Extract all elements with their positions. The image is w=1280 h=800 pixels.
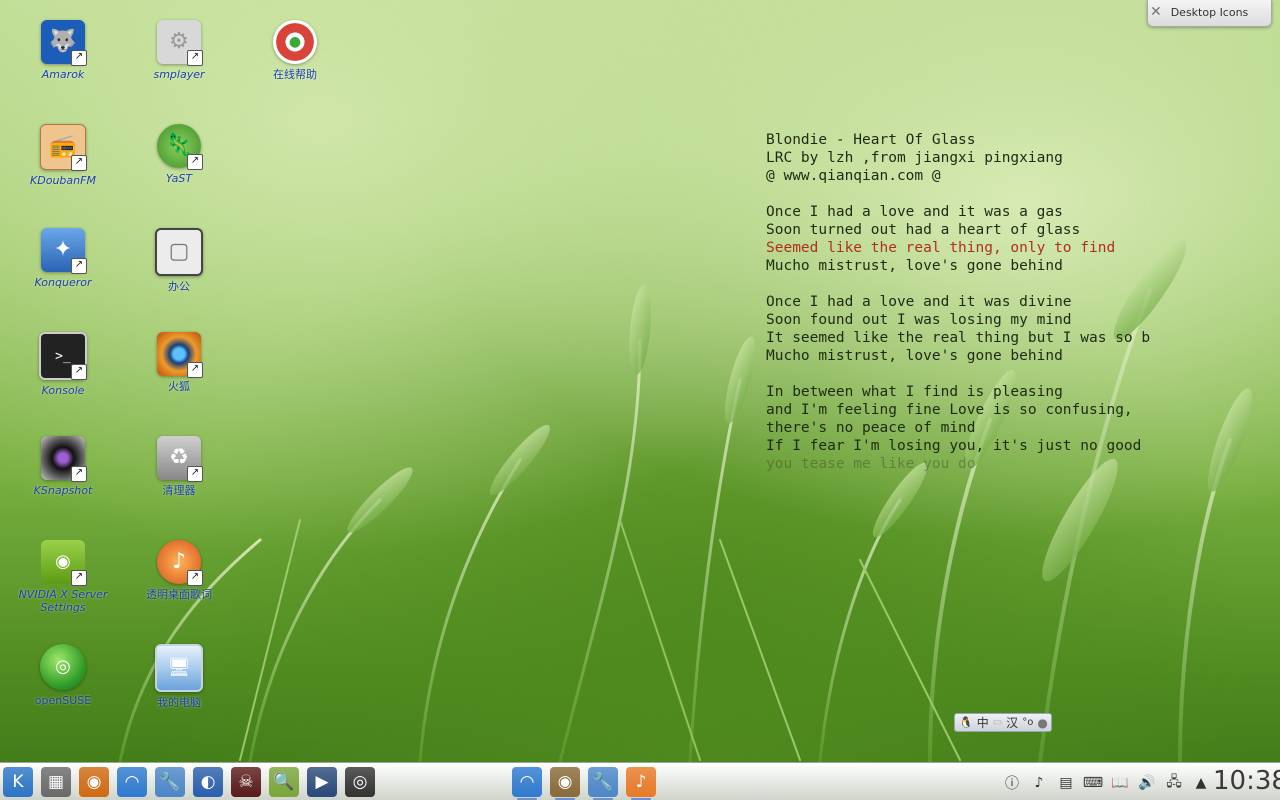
volume-icon[interactable]: 🔊 [1136, 772, 1158, 794]
desktop-icon-yast[interactable]: 🦎 ↗ YaST [129, 124, 229, 185]
desktop-icon-online-help[interactable]: ● 在线帮助 [245, 20, 345, 81]
desktop-icon-label: NVIDIA X Server Settings [18, 588, 108, 614]
input-method-bar[interactable]: 🐧 中 ▭ 汉 °o ● [954, 713, 1052, 732]
clock[interactable]: 10:38 [1213, 766, 1280, 796]
video-player-icon[interactable]: ▶ [307, 767, 337, 797]
lyric-line: @ www.qianqian.com @ [766, 168, 941, 184]
desktop-icon-ksnapshot[interactable]: ↗ KSnapshot [13, 436, 113, 497]
desktop-icon-cleaner[interactable]: ♻ ↗ 清理器 [129, 436, 229, 497]
desktop-icon-label: Amarok [41, 68, 85, 81]
desktop-icon-opensuse[interactable]: ◎ openSUSE [13, 644, 113, 707]
firefox-eye-icon[interactable]: ◉ [79, 767, 109, 797]
lyric-line: Once I had a love and it was divine [766, 294, 1072, 310]
help-lifebuoy-icon: ● [273, 20, 317, 64]
desktop-lyrics: Blondie - Heart Of Glass LRC by lzh ,from… [766, 131, 1150, 473]
network-icon[interactable]: 🖧 [1163, 772, 1185, 794]
lyric-line: If I fear I'm losing you, it's just no g… [766, 438, 1142, 454]
desktop-icons-widget[interactable]: ✕ Desktop Icons [1147, 0, 1272, 27]
taskbar: K ▦ ◉ ◠ 🔧 ◐ ☠ 🔍 ▶ ◎ ◠ ◉ 🔧 ♪ ⓘ ♪ ▤ ⌨ 📖 🔊 🖧 ▲ 10:38 [0, 762, 1280, 800]
penguin-icon: 🐧 [959, 716, 973, 729]
desktop-icon-label: Konsole [41, 384, 85, 397]
ime-punctuation-toggle[interactable]: °o [1022, 717, 1033, 728]
desktop-icon-label: smplayer [153, 68, 205, 81]
desktop-icon-nvidia-settings[interactable]: ◉ ↗ NVIDIA X Server Settings [13, 540, 113, 614]
desktop-icon-label: YaST [165, 172, 193, 185]
yast-icon: 🦎 ↗ [157, 124, 203, 170]
lyric-line: Soon turned out had a heart of glass [766, 222, 1081, 238]
desktop-icon-label: 火狐 [168, 380, 190, 393]
desktop-icon-kdoubanfm[interactable]: 📻 ↗ KDoubanFM [13, 124, 113, 187]
lyric-line: there's no peace of mind [766, 420, 976, 436]
lyric-line: In between what I find is pleasing [766, 384, 1063, 400]
lyrics-tray-icon[interactable]: ♪ [1028, 772, 1050, 794]
lyric-line: and I'm feeling fine Love is so confusin… [766, 402, 1133, 418]
amarok-icon[interactable]: ◐ [193, 767, 223, 797]
desktop-icon-label: 我的电脑 [157, 696, 201, 709]
desktop-icon-label: KSnapshot [33, 484, 93, 497]
desktop-icon-label: KDoubanFM [30, 174, 96, 187]
apps-grid-icon[interactable]: ▦ [41, 767, 71, 797]
kde-menu-icon[interactable]: K [3, 767, 33, 797]
lyric-line: Mucho mistrust, love's gone behind [766, 348, 1063, 364]
lyric-line [766, 275, 1150, 293]
document-icon: ▢ [155, 228, 203, 276]
magnifier-icon[interactable]: 🔍 [269, 767, 299, 797]
tools-icon[interactable]: 🔧 [155, 767, 185, 797]
clipboard-icon[interactable]: ▤ [1055, 772, 1077, 794]
smplayer-icon: ⚙ ↗ [157, 20, 203, 66]
desktop-icon-transparent-lyrics[interactable]: ♪ ↗ 透明桌面歌词 [129, 540, 229, 601]
radio-icon: 📻 ↗ [40, 124, 87, 171]
firefox-eye-icon: ↗ [157, 332, 203, 378]
lyric-line: LRC by lzh ,from jiangxi pingxiang [766, 150, 1063, 166]
keyboard-icon[interactable]: ⌨ [1082, 772, 1104, 794]
terminal-icon: >_ ↗ [39, 332, 87, 380]
desktop-icon-label: 办公 [168, 280, 190, 293]
close-icon[interactable]: ✕ [1150, 5, 1162, 19]
lyric-line [766, 365, 1150, 383]
ime-mode-toggle[interactable]: 中 [977, 714, 989, 731]
desktop-icon-label: 透明桌面歌词 [146, 588, 212, 601]
desktop-icon-label: 在线帮助 [273, 68, 317, 81]
lyric-line: Seemed like the real thing, only to find [766, 240, 1116, 256]
computer-icon: 🖥 [155, 644, 203, 692]
tools-task-icon[interactable]: 🔧 [588, 767, 618, 800]
desktop-icon-label: openSUSE [34, 694, 92, 707]
desktop-icon-my-computer[interactable]: 🖥 我的电脑 [129, 644, 229, 709]
desktop-icon-office[interactable]: ▢ 办公 [129, 228, 229, 293]
dolphin-task-icon[interactable]: ◠ [512, 767, 542, 800]
ime-settings-icon[interactable]: ● [1037, 716, 1047, 730]
lyrics-task-icon[interactable]: ♪ [626, 767, 656, 800]
compass-icon: ✦ ↗ [41, 228, 87, 274]
amarok-icon: 🐺 ↗ [41, 20, 87, 66]
desktop-icon-konsole[interactable]: >_ ↗ Konsole [13, 332, 113, 397]
desktop-icon-smplayer[interactable]: ⚙ ↗ smplayer [129, 20, 229, 81]
tray-expand-icon[interactable]: ▲ [1190, 772, 1212, 794]
opensuse-icon: ◎ [40, 644, 86, 690]
lyrics-icon: ♪ ↗ [157, 540, 203, 586]
dolphin-icon[interactable]: ◠ [117, 767, 147, 797]
nvidia-eye-icon: ◉ ↗ [41, 540, 87, 586]
desktop-icon-label: 清理器 [162, 484, 196, 497]
lyric-line [766, 185, 1150, 203]
ime-charset-toggle[interactable]: 汉 [1006, 714, 1018, 731]
lyric-line: Soon found out I was losing my mind [766, 312, 1072, 328]
lyric-line: Once I had a love and it was a gas [766, 204, 1063, 220]
desktop-icon-amarok[interactable]: 🐺 ↗ Amarok [13, 20, 113, 81]
trash-bin-icon: ♻ ↗ [157, 436, 203, 482]
dictionary-icon[interactable]: 📖 [1109, 772, 1131, 794]
desktop-icon-label: Konqueror [34, 276, 92, 289]
camera-lens-icon[interactable]: ◎ [345, 767, 375, 797]
lyric-line: you tease me like you do [766, 456, 976, 472]
camera-lens-icon: ↗ [41, 436, 87, 482]
skull-icon[interactable]: ☠ [231, 767, 261, 797]
widget-title: Desktop Icons [1170, 6, 1249, 19]
lyric-line: Blondie - Heart Of Glass [766, 132, 976, 148]
desktop-icon-firefox[interactable]: ↗ 火狐 [129, 332, 229, 393]
desktop-icon-konqueror[interactable]: ✦ ↗ Konqueror [13, 228, 113, 289]
speaker-task-icon[interactable]: ◉ [550, 767, 580, 800]
lyric-line: Mucho mistrust, love's gone behind [766, 258, 1063, 274]
info-icon[interactable]: ⓘ [1001, 772, 1023, 794]
lyric-line: It seemed like the real thing but I was … [766, 330, 1151, 346]
